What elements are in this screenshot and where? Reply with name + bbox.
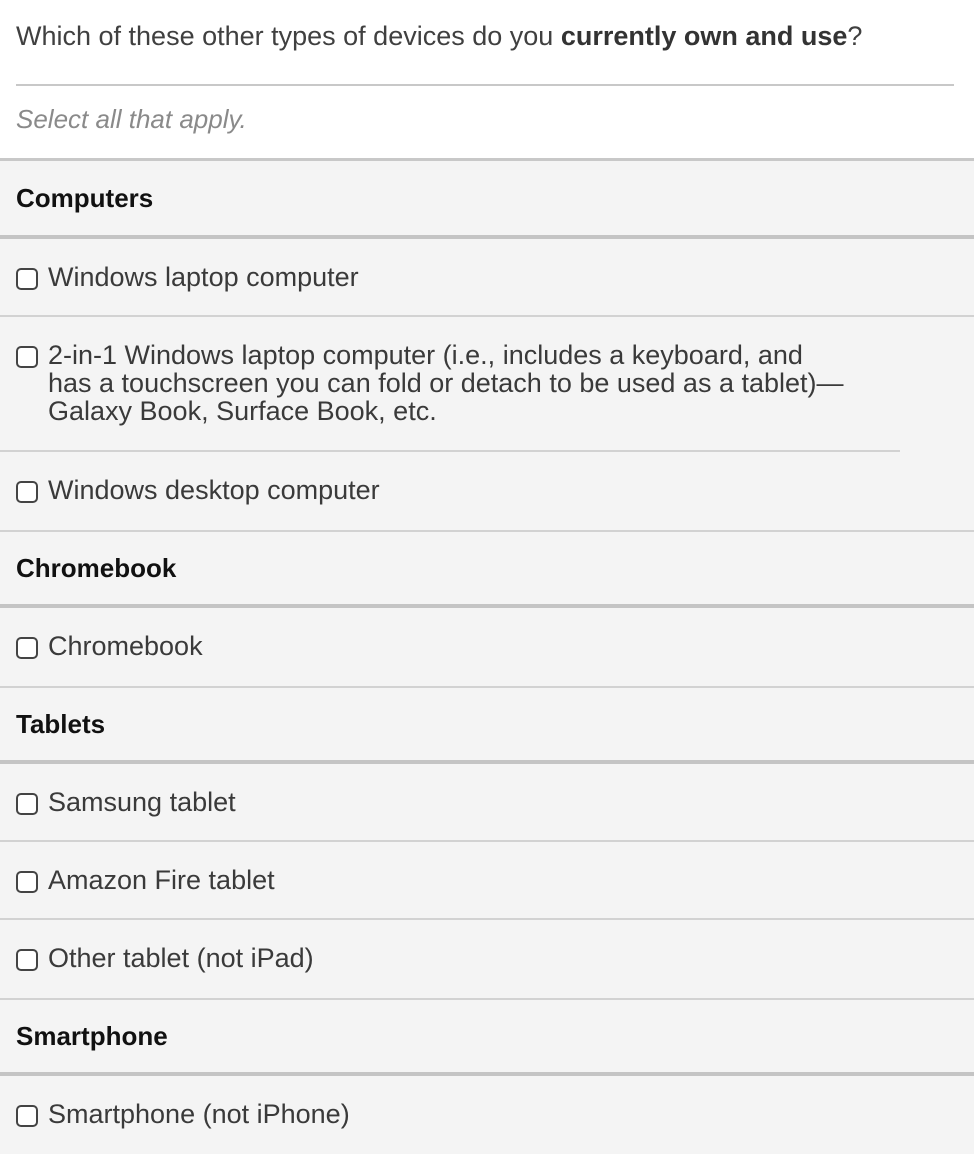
checkbox[interactable] <box>16 481 38 503</box>
group-header-chromebook: Chromebook <box>0 530 974 608</box>
option-other-tablet[interactable]: Other tablet (not iPad) <box>0 920 974 998</box>
option-windows-desktop[interactable]: Windows desktop computer <box>0 452 974 530</box>
question-prefix: Which of these other types of devices do… <box>16 21 561 51</box>
checkbox[interactable] <box>16 793 38 815</box>
option-label: 2-in-1 Windows laptop computer (i.e., in… <box>48 340 844 426</box>
instruction-text: Select all that apply. <box>16 104 247 134</box>
checkbox[interactable] <box>16 637 38 659</box>
option-label: Chromebook <box>48 631 203 661</box>
option-amazon-fire-tablet[interactable]: Amazon Fire tablet <box>0 842 974 920</box>
option-chromebook[interactable]: Chromebook <box>0 608 974 686</box>
option-smartphone[interactable]: Smartphone (not iPhone) <box>0 1076 974 1154</box>
checkbox[interactable] <box>16 1105 38 1127</box>
group-header-tablets: Tablets <box>0 686 974 764</box>
option-label: Amazon Fire tablet <box>48 865 275 895</box>
checkbox[interactable] <box>16 268 38 290</box>
question-text: Which of these other types of devices do… <box>0 0 974 84</box>
option-label: Windows laptop computer <box>48 262 359 292</box>
checkbox[interactable] <box>16 346 38 368</box>
option-label: Other tablet (not iPad) <box>48 943 314 973</box>
option-label: Smartphone (not iPhone) <box>48 1099 350 1129</box>
options-list: Computers Windows laptop computer 2-in-1… <box>0 158 974 1154</box>
question-suffix: ? <box>847 21 863 51</box>
option-label: Samsung tablet <box>48 787 236 817</box>
checkbox[interactable] <box>16 949 38 971</box>
checkbox[interactable] <box>16 871 38 893</box>
option-2in1-windows-laptop[interactable]: 2-in-1 Windows laptop computer (i.e., in… <box>0 317 900 452</box>
group-header-smartphone: Smartphone <box>0 998 974 1076</box>
question-emphasis: currently own and use <box>560 21 848 51</box>
option-windows-laptop[interactable]: Windows laptop computer <box>0 239 974 317</box>
option-label: Windows desktop computer <box>48 475 380 505</box>
group-header-computers: Computers <box>0 161 974 239</box>
option-samsung-tablet[interactable]: Samsung tablet <box>0 764 974 842</box>
